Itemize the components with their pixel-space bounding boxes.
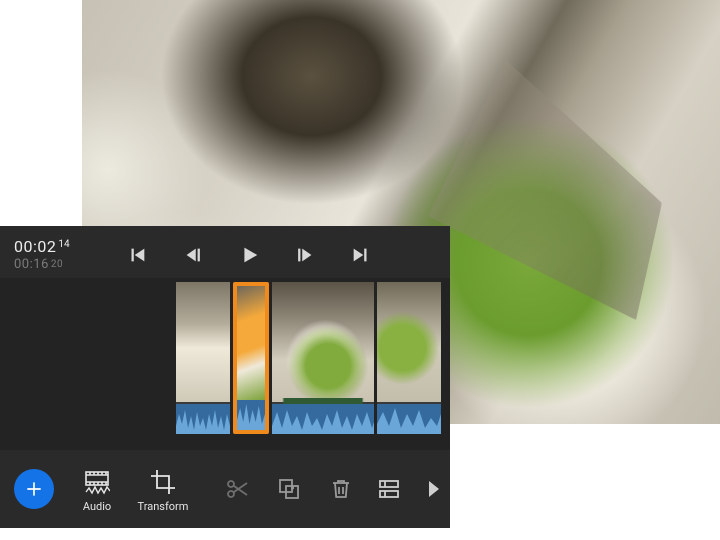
playhead-frames: 14 bbox=[58, 239, 69, 250]
step-forward-icon bbox=[294, 244, 316, 266]
waveform-icon bbox=[237, 400, 265, 430]
transform-tool-button[interactable]: Transform bbox=[136, 466, 190, 513]
duration-time: 00:16 bbox=[14, 258, 49, 272]
transform-tool-label: Transform bbox=[138, 500, 189, 513]
split-clip-button[interactable] bbox=[224, 476, 250, 502]
crop-icon bbox=[149, 468, 177, 496]
scissors-icon bbox=[225, 477, 249, 501]
chevron-right-icon bbox=[421, 477, 445, 501]
clip-thumbnail bbox=[377, 282, 441, 402]
filmstrip-audio-icon bbox=[83, 468, 111, 496]
clip-thumbnail bbox=[176, 282, 230, 402]
go-to-start-button[interactable] bbox=[124, 242, 150, 268]
panels-icon bbox=[377, 477, 401, 501]
delete-clip-button[interactable] bbox=[328, 476, 354, 502]
transport-controls bbox=[124, 242, 374, 268]
timecode-readout: 00:02 14 00:16 20 bbox=[14, 238, 92, 272]
clip-thumbnail bbox=[237, 286, 265, 400]
clip-audio-waveform bbox=[377, 404, 441, 434]
clip-3[interactable] bbox=[272, 282, 374, 434]
duplicate-icon bbox=[277, 477, 301, 501]
plus-icon bbox=[24, 479, 44, 499]
waveform-icon bbox=[272, 404, 374, 434]
stage: 00:02 14 00:16 20 bbox=[0, 0, 720, 540]
play-icon bbox=[238, 244, 260, 266]
clip-audio-waveform bbox=[272, 404, 374, 434]
video-editor-panel: 00:02 14 00:16 20 bbox=[0, 226, 450, 528]
panel-switcher bbox=[376, 476, 446, 502]
step-back-icon bbox=[182, 244, 204, 266]
go-to-end-button[interactable] bbox=[348, 242, 374, 268]
step-back-button[interactable] bbox=[180, 242, 206, 268]
clip-thumbnail bbox=[272, 282, 374, 402]
clip-4[interactable] bbox=[377, 282, 441, 434]
timeline[interactable] bbox=[0, 278, 450, 450]
play-button[interactable] bbox=[236, 242, 262, 268]
waveform-icon bbox=[176, 404, 230, 434]
step-forward-button[interactable] bbox=[292, 242, 318, 268]
skip-end-icon bbox=[350, 244, 372, 266]
clip-actions bbox=[224, 476, 354, 502]
audio-tool-button[interactable]: Audio bbox=[70, 466, 124, 513]
waveform-icon bbox=[377, 404, 441, 434]
panels-menu-button[interactable] bbox=[376, 476, 402, 502]
audio-tool-label: Audio bbox=[83, 500, 111, 513]
clip-1[interactable] bbox=[176, 282, 230, 434]
clip-strip bbox=[176, 282, 441, 434]
duplicate-clip-button[interactable] bbox=[276, 476, 302, 502]
trash-icon bbox=[329, 477, 353, 501]
bottom-toolbar: Audio Transform bbox=[0, 450, 450, 528]
add-media-button[interactable] bbox=[14, 469, 54, 509]
clip-audio-waveform bbox=[176, 404, 230, 434]
clip-2-selected[interactable] bbox=[233, 282, 269, 434]
next-panel-button[interactable] bbox=[420, 476, 446, 502]
skip-start-icon bbox=[126, 244, 148, 266]
playhead-time: 00:02 bbox=[14, 238, 56, 256]
transport-bar: 00:02 14 00:16 20 bbox=[0, 226, 450, 278]
clip-audio-waveform bbox=[237, 400, 265, 430]
duration-frames: 20 bbox=[51, 259, 63, 270]
